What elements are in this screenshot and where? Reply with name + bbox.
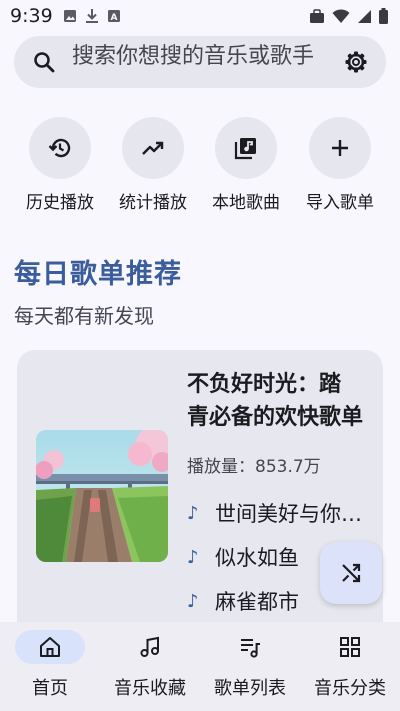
quick-action-history[interactable]: 历史播放 (14, 117, 106, 213)
status-time: 9:39 (10, 5, 53, 27)
nav-item-categories[interactable]: 音乐分类 (300, 622, 400, 711)
music-note-icon: ♪ (187, 546, 199, 568)
nav-item-home[interactable]: 首页 (0, 622, 100, 711)
music-library-icon (234, 138, 256, 160)
playlist-cover-image[interactable] (36, 430, 168, 562)
playlist-icon (241, 639, 260, 658)
quick-action-button[interactable] (29, 117, 91, 179)
play-count: 播放量：853.7万 (187, 457, 321, 477)
status-bar: 9:39 A (0, 0, 400, 32)
quick-action-stats[interactable]: 统计播放 (107, 117, 199, 213)
song-name: 麻雀都市 (215, 590, 299, 614)
status-left: 9:39 A (10, 5, 121, 27)
song-name: 似水如鱼 (215, 546, 299, 570)
history-icon (48, 138, 71, 158)
nav-label: 歌单列表 (214, 678, 286, 699)
quick-actions: 历史播放 统计播放 本地歌曲 导入歌单 (0, 117, 400, 217)
download-icon (85, 9, 98, 23)
playlist-card[interactable]: 不负好时光：踏 青必备的欢快歌单 播放量：853.7万 ♪ 世间美好与你环环相扣… (17, 350, 383, 650)
music-note-icon: ♪ (187, 502, 199, 524)
search-icon[interactable] (32, 50, 56, 74)
plus-icon (332, 140, 348, 156)
nav-indicator[interactable] (215, 630, 285, 664)
quick-action-button[interactable] (309, 117, 371, 179)
font-icon: A (107, 10, 120, 23)
nav-item-playlists[interactable]: 歌单列表 (200, 622, 300, 711)
music-note-icon: ♪ (187, 590, 199, 612)
nav-label: 音乐分类 (314, 678, 386, 699)
svg-text:A: A (110, 13, 117, 23)
quick-action-local[interactable]: 本地歌曲 (200, 117, 292, 213)
nav-indicator[interactable] (315, 630, 385, 664)
status-right (309, 8, 388, 24)
search-input[interactable]: 搜索你想搜的音乐或歌手 (72, 42, 322, 72)
bottom-navigation: 首页 音乐收藏 歌单列表 音乐分类 (0, 622, 400, 711)
quick-action-label: 本地歌曲 (212, 193, 280, 213)
quick-action-label: 历史播放 (26, 193, 94, 213)
song-name: 世间美好与你环环相扣 (215, 502, 365, 526)
nav-indicator[interactable] (15, 630, 85, 664)
quick-action-button[interactable] (215, 117, 277, 179)
status-notification-icons: A (63, 8, 121, 24)
signal-icon (358, 9, 371, 23)
playlist-title-line2: 青必备的欢快歌单 (187, 405, 364, 430)
nav-item-favorites[interactable]: 音乐收藏 (100, 622, 200, 711)
image-icon (63, 10, 76, 22)
home-icon (40, 637, 60, 657)
shuffle-icon (342, 563, 361, 583)
section-subtitle: 每天都有新发现 (14, 304, 154, 328)
shuffle-button[interactable] (320, 542, 382, 604)
music-note-icon (140, 636, 159, 657)
song-item[interactable]: ♪ 世间美好与你环环相扣 (187, 498, 377, 528)
quick-action-label: 统计播放 (119, 193, 187, 213)
quick-action-button[interactable] (122, 117, 184, 179)
settings-icon[interactable] (344, 50, 368, 74)
briefcase-icon (310, 8, 324, 23)
playlist-title-line1: 不负好时光：踏 (187, 372, 342, 397)
category-grid-icon (340, 637, 360, 657)
quick-action-import[interactable]: 导入歌单 (294, 117, 386, 213)
nav-label: 首页 (32, 678, 68, 699)
wifi-icon (332, 8, 350, 23)
playlist-title[interactable]: 不负好时光：踏 青必备的欢快歌单 (187, 368, 367, 434)
quick-action-label: 导入歌单 (306, 193, 374, 213)
trending-up-icon (142, 141, 164, 155)
nav-label: 音乐收藏 (114, 678, 186, 699)
search-bar[interactable]: 搜索你想搜的音乐或歌手 (14, 36, 386, 88)
section-title: 每日歌单推荐 (14, 259, 182, 290)
battery-icon (379, 8, 388, 24)
nav-indicator[interactable] (115, 630, 185, 664)
